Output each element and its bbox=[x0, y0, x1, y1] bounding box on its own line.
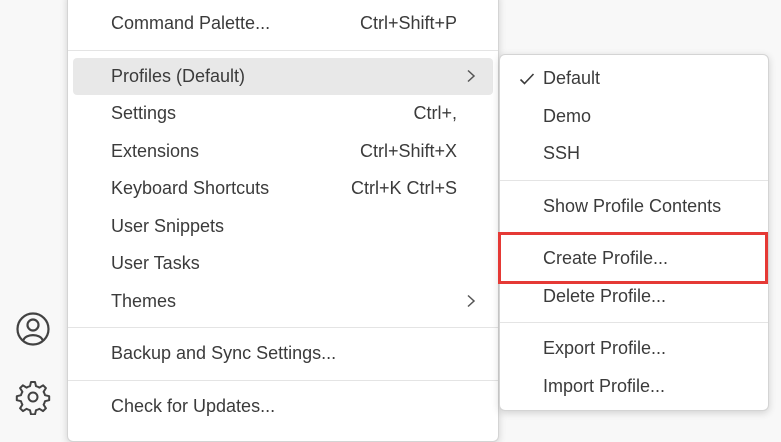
menu-item-shortcut: Ctrl+Shift+P bbox=[359, 13, 457, 34]
menu-item-user-tasks[interactable]: User Tasks bbox=[73, 245, 493, 283]
menu-item-user-snippets[interactable]: User Snippets bbox=[73, 208, 493, 246]
menu-item-settings[interactable]: Settings Ctrl+, bbox=[73, 95, 493, 133]
activity-bar bbox=[0, 0, 66, 431]
menu-item-themes[interactable]: Themes bbox=[73, 283, 493, 321]
menu-item-label: User Tasks bbox=[111, 253, 200, 274]
menu-item-label: Check for Updates... bbox=[111, 395, 276, 416]
profiles-submenu: Default Demo SSH Show Profile Contents C… bbox=[499, 54, 769, 411]
menu-item-label: Themes bbox=[111, 290, 177, 311]
menu-item-label: Keyboard Shortcuts bbox=[111, 178, 270, 199]
menu-item-label: Settings bbox=[111, 103, 177, 124]
menu-item-label: Create Profile... bbox=[543, 248, 669, 269]
menu-item-label: Extensions bbox=[111, 140, 200, 161]
menu-item-import-profile[interactable]: Import Profile... bbox=[505, 368, 763, 406]
menu-item-label: Show Profile Contents bbox=[543, 195, 722, 216]
menu-separator bbox=[500, 179, 768, 181]
checkmark-icon bbox=[519, 73, 535, 85]
menu-item-create-profile[interactable]: Create Profile... bbox=[505, 240, 763, 278]
menu-item-label: Import Profile... bbox=[543, 375, 666, 396]
menu-item-shortcut: Ctrl+K Ctrl+S bbox=[350, 178, 457, 199]
menu-item-keyboard-shortcuts[interactable]: Keyboard Shortcuts Ctrl+K Ctrl+S bbox=[73, 170, 493, 208]
menu-item-label: Default bbox=[543, 68, 601, 89]
chevron-right-icon bbox=[467, 295, 476, 308]
menu-item-shortcut: Ctrl+Shift+X bbox=[359, 140, 457, 161]
menu-item-profiles[interactable]: Profiles (Default) bbox=[73, 57, 493, 95]
menu-item-label: SSH bbox=[543, 143, 581, 164]
menu-item-label: Demo bbox=[543, 105, 592, 126]
menu-item-delete-profile[interactable]: Delete Profile... bbox=[505, 278, 763, 316]
account-icon[interactable] bbox=[14, 310, 52, 348]
menu-item-shortcut: Ctrl+, bbox=[413, 103, 457, 124]
menu-separator bbox=[500, 232, 768, 233]
menu-item-label: Export Profile... bbox=[543, 338, 667, 359]
menu-item-label: Delete Profile... bbox=[543, 285, 667, 306]
menu-item-label: Backup and Sync Settings... bbox=[111, 343, 337, 364]
profile-item-default[interactable]: Default bbox=[505, 60, 763, 98]
menu-item-extensions[interactable]: Extensions Ctrl+Shift+X bbox=[73, 133, 493, 171]
menu-separator bbox=[68, 379, 498, 381]
menu-item-check-updates[interactable]: Check for Updates... bbox=[73, 388, 493, 426]
manage-gear-icon[interactable] bbox=[14, 378, 52, 416]
profile-item-demo[interactable]: Demo bbox=[505, 98, 763, 136]
menu-separator bbox=[500, 322, 768, 323]
manage-menu: Command Palette... Ctrl+Shift+P Profiles… bbox=[67, 0, 499, 442]
chevron-right-icon bbox=[467, 70, 476, 83]
menu-item-command-palette[interactable]: Command Palette... Ctrl+Shift+P bbox=[73, 5, 493, 43]
menu-separator bbox=[68, 327, 498, 328]
menu-item-export-profile[interactable]: Export Profile... bbox=[505, 330, 763, 368]
profile-item-ssh[interactable]: SSH bbox=[505, 135, 763, 173]
menu-separator bbox=[68, 49, 498, 51]
menu-item-backup-sync[interactable]: Backup and Sync Settings... bbox=[73, 335, 493, 373]
menu-item-label: Profiles (Default) bbox=[111, 65, 246, 86]
menu-item-label: User Snippets bbox=[111, 215, 225, 236]
menu-item-show-profile-contents[interactable]: Show Profile Contents bbox=[505, 188, 763, 226]
menu-item-label: Command Palette... bbox=[111, 13, 271, 34]
